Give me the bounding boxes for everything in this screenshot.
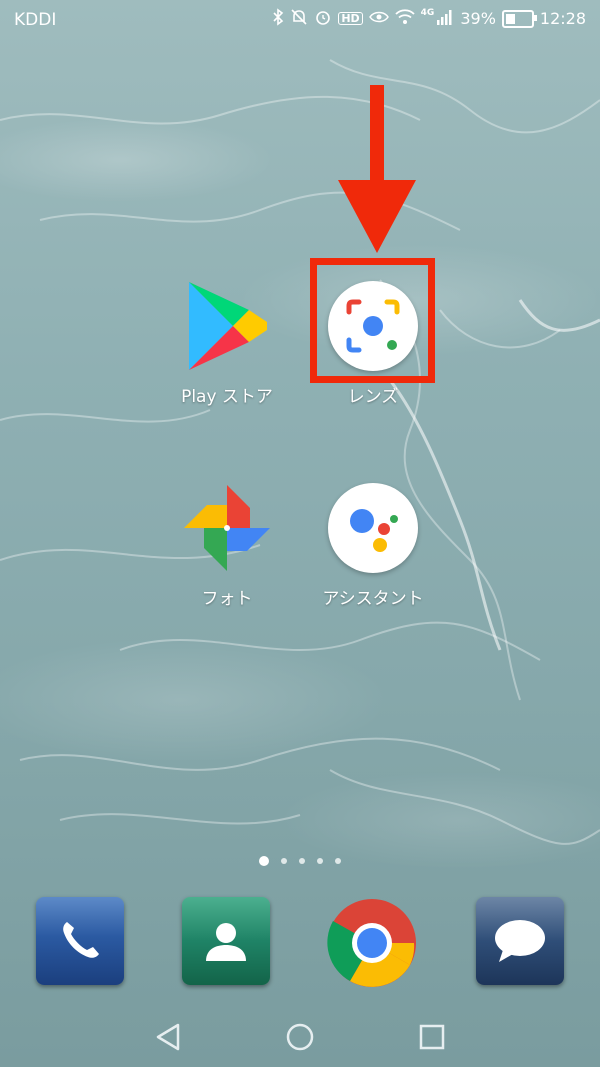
alarm-icon: [314, 8, 332, 29]
mute-icon: [290, 8, 308, 29]
page-dot[interactable]: [259, 856, 269, 866]
annotation-highlight-box: [310, 258, 435, 383]
page-dot[interactable]: [281, 858, 287, 864]
app-label: フォト: [201, 589, 253, 609]
home-icon[interactable]: [282, 1019, 318, 1055]
wifi-icon: [395, 9, 415, 28]
status-bar: KDDI HD 4G 39% 12:28: [0, 0, 600, 40]
network-type: 4G: [420, 8, 435, 18]
assistant-icon: [327, 482, 419, 574]
page-dot[interactable]: [335, 858, 341, 864]
bluetooth-icon: [272, 8, 284, 29]
clock: 12:28: [539, 9, 586, 28]
page-dot[interactable]: [317, 858, 323, 864]
hd-icon: HD: [338, 12, 363, 25]
battery-icon: [501, 9, 537, 28]
signal-icon: [436, 9, 454, 28]
phone-icon: [36, 897, 124, 985]
annotation-arrow: [338, 85, 416, 253]
app-play-store[interactable]: Play ストア: [172, 280, 282, 407]
app-label: レンズ: [347, 387, 399, 407]
chrome-icon: [326, 897, 418, 989]
page-dot[interactable]: [299, 858, 305, 864]
app-label: アシスタント: [322, 589, 424, 609]
dock-contacts[interactable]: [182, 897, 272, 987]
app-photos[interactable]: フォト: [172, 482, 282, 609]
dock-phone[interactable]: [36, 897, 126, 987]
photos-icon: [181, 482, 273, 574]
navigation-bar: [0, 1005, 600, 1067]
app-assistant[interactable]: アシスタント: [318, 482, 428, 609]
page-indicator: [0, 856, 600, 866]
back-icon[interactable]: [150, 1019, 186, 1055]
battery-level: [505, 13, 516, 24]
eye-comfort-icon: [368, 10, 389, 27]
dock-messages[interactable]: [476, 897, 566, 987]
messages-icon: [476, 897, 564, 985]
recents-icon[interactable]: [414, 1019, 450, 1055]
play-store-icon: [181, 280, 273, 372]
contacts-icon: [182, 897, 270, 985]
dock-chrome[interactable]: [326, 897, 416, 987]
carrier-label: KDDI: [14, 10, 57, 30]
home-screen: KDDI HD 4G 39% 12:28 Play ストア レンズ フォト アシ…: [0, 0, 600, 1067]
battery-percent: 39%: [460, 9, 496, 28]
app-label: Play ストア: [181, 387, 273, 407]
